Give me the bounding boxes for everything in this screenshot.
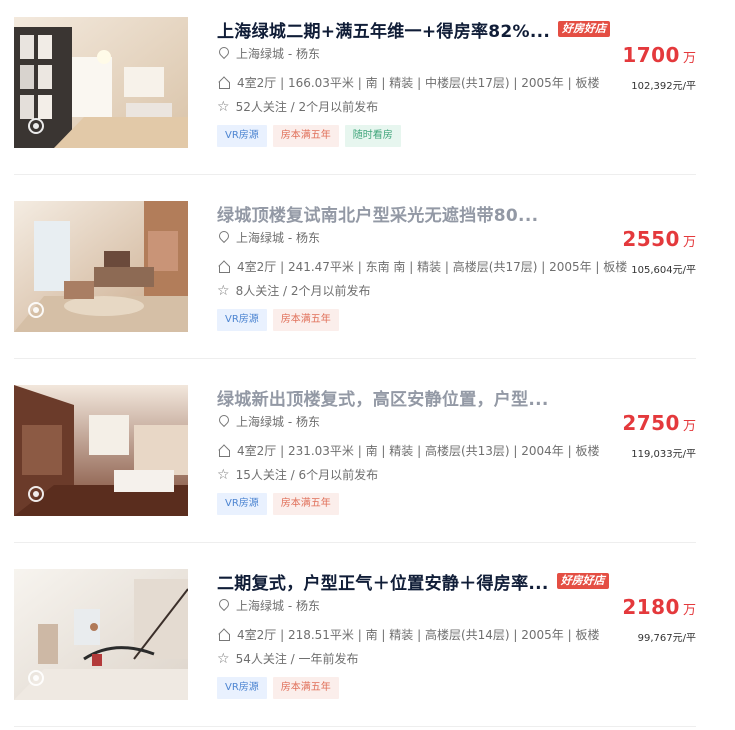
listing-title[interactable]: 绿城新出顶楼复式，高区安静位置，户型... <box>217 385 549 410</box>
location-pin-icon <box>219 415 229 428</box>
house-info-text: 4室2厅 | 218.51平米 | 南 | 精装 | 高楼层(共14层) | 2… <box>237 628 600 642</box>
location-row: 上海绿城 - 杨东 <box>217 597 320 614</box>
tag-five-years: 房本满五年 <box>272 309 339 331</box>
house-icon <box>218 445 230 457</box>
house-info-row: 4室2厅 | 166.03平米 | 南 | 精装 | 中楼层(共17层) | 2… <box>217 74 599 91</box>
total-price-value: 2550 <box>622 227 680 251</box>
house-icon <box>218 77 230 89</box>
location-pin-icon <box>219 599 229 612</box>
listing-item[interactable]: 绿城新出顶楼复式，高区安静位置，户型... 上海绿城 - 杨东 4室2厅 | 2… <box>14 385 696 569</box>
unit-price: 105,604元/平 <box>631 265 696 276</box>
listing-list: 上海绿城二期+满五年维一+得房率82%... 好房好店 上海绿城 - 杨东 4室… <box>0 0 735 730</box>
location-row: 上海绿城 - 杨东 <box>217 413 320 430</box>
divider <box>14 542 696 543</box>
unit-price: 99,767元/平 <box>637 633 696 644</box>
location-text[interactable]: 上海绿城 - 杨东 <box>236 413 320 430</box>
listing-title[interactable]: 二期复式，户型正气＋位置安静＋得房率... <box>217 569 549 594</box>
listing-photo[interactable] <box>14 385 188 516</box>
star-icon: ☆ <box>217 282 230 299</box>
total-price: 2750 万 <box>622 411 696 435</box>
house-info-row: 4室2厅 | 241.47平米 | 东南 南 | 精装 | 高楼层(共17层) … <box>217 258 627 275</box>
tag-list: VR房源 房本满五年 <box>217 677 345 699</box>
tag-anytime-viewing: 随时看房 <box>344 125 401 147</box>
total-price: 1700 万 <box>622 43 696 67</box>
follow-info-row: ☆ 15人关注 / 6个月以前发布 <box>217 466 378 483</box>
house-icon <box>218 261 230 273</box>
divider <box>14 174 696 175</box>
listing-item[interactable]: 绿城顶楼复试南北户型采光无遮挡带80... 上海绿城 - 杨东 4室2厅 | 2… <box>14 201 696 385</box>
total-price-unit: 万 <box>682 419 696 434</box>
follow-info-row: ☆ 52人关注 / 2个月以前发布 <box>217 98 378 115</box>
unit-price: 102,392元/平 <box>631 81 696 92</box>
vr-icon <box>28 670 44 686</box>
listing-title[interactable]: 绿城顶楼复试南北户型采光无遮挡带80... <box>217 201 538 226</box>
total-price-value: 2180 <box>622 595 680 619</box>
tag-five-years: 房本满五年 <box>272 125 339 147</box>
good-house-badge: 好房好店 <box>558 21 611 37</box>
listing-photo[interactable] <box>14 569 188 700</box>
follow-info-text: 8人关注 / 2个月以前发布 <box>235 284 371 298</box>
location-pin-icon <box>219 47 229 60</box>
location-row: 上海绿城 - 杨东 <box>217 229 320 246</box>
tag-vr: VR房源 <box>217 125 267 147</box>
total-price-unit: 万 <box>682 235 696 250</box>
tag-list: VR房源 房本满五年 <box>217 309 345 331</box>
house-info-row: 4室2厅 | 218.51平米 | 南 | 精装 | 高楼层(共14层) | 2… <box>217 626 599 643</box>
divider <box>14 726 696 727</box>
tag-vr: VR房源 <box>217 677 267 699</box>
listing-item[interactable]: 二期复式，户型正气＋位置安静＋得房率... 好房好店 上海绿城 - 杨东 4室2… <box>14 569 696 730</box>
follow-info-text: 15人关注 / 6个月以前发布 <box>235 468 379 482</box>
listing-photo[interactable] <box>14 201 188 332</box>
tag-list: VR房源 房本满五年 <box>217 493 345 515</box>
star-icon: ☆ <box>217 650 230 667</box>
follow-info-text: 52人关注 / 2个月以前发布 <box>235 100 379 114</box>
location-text[interactable]: 上海绿城 - 杨东 <box>236 597 320 614</box>
total-price: 2550 万 <box>622 227 696 251</box>
total-price-value: 1700 <box>622 43 680 67</box>
location-text[interactable]: 上海绿城 - 杨东 <box>236 229 320 246</box>
tag-five-years: 房本满五年 <box>272 493 339 515</box>
house-info-text: 4室2厅 | 231.03平米 | 南 | 精装 | 高楼层(共13层) | 2… <box>237 444 600 458</box>
house-info-text: 4室2厅 | 241.47平米 | 东南 南 | 精装 | 高楼层(共17层) … <box>237 260 628 274</box>
listing-photo[interactable] <box>14 17 188 148</box>
star-icon: ☆ <box>217 98 230 115</box>
house-info-text: 4室2厅 | 166.03平米 | 南 | 精装 | 中楼层(共17层) | 2… <box>237 76 600 90</box>
unit-price: 119,033元/平 <box>631 449 696 460</box>
listing-item[interactable]: 上海绿城二期+满五年维一+得房率82%... 好房好店 上海绿城 - 杨东 4室… <box>14 17 696 201</box>
house-icon <box>218 629 230 641</box>
follow-info-row: ☆ 54人关注 / 一年前发布 <box>217 650 359 667</box>
follow-info-row: ☆ 8人关注 / 2个月以前发布 <box>217 282 371 299</box>
house-info-row: 4室2厅 | 231.03平米 | 南 | 精装 | 高楼层(共13层) | 2… <box>217 442 599 459</box>
total-price-unit: 万 <box>682 51 696 66</box>
vr-icon <box>28 302 44 318</box>
divider <box>14 358 696 359</box>
location-row: 上海绿城 - 杨东 <box>217 45 320 62</box>
star-icon: ☆ <box>217 466 230 483</box>
total-price: 2180 万 <box>622 595 696 619</box>
follow-info-text: 54人关注 / 一年前发布 <box>235 652 359 666</box>
vr-icon <box>28 486 44 502</box>
tag-vr: VR房源 <box>217 493 267 515</box>
tag-vr: VR房源 <box>217 309 267 331</box>
good-house-badge: 好房好店 <box>556 573 609 589</box>
location-pin-icon <box>219 231 229 244</box>
listing-title[interactable]: 上海绿城二期+满五年维一+得房率82%... <box>217 17 550 42</box>
location-text[interactable]: 上海绿城 - 杨东 <box>236 45 320 62</box>
tag-list: VR房源 房本满五年 随时看房 <box>217 125 407 147</box>
vr-icon <box>28 118 44 134</box>
total-price-unit: 万 <box>682 603 696 618</box>
tag-five-years: 房本满五年 <box>272 677 339 699</box>
total-price-value: 2750 <box>622 411 680 435</box>
